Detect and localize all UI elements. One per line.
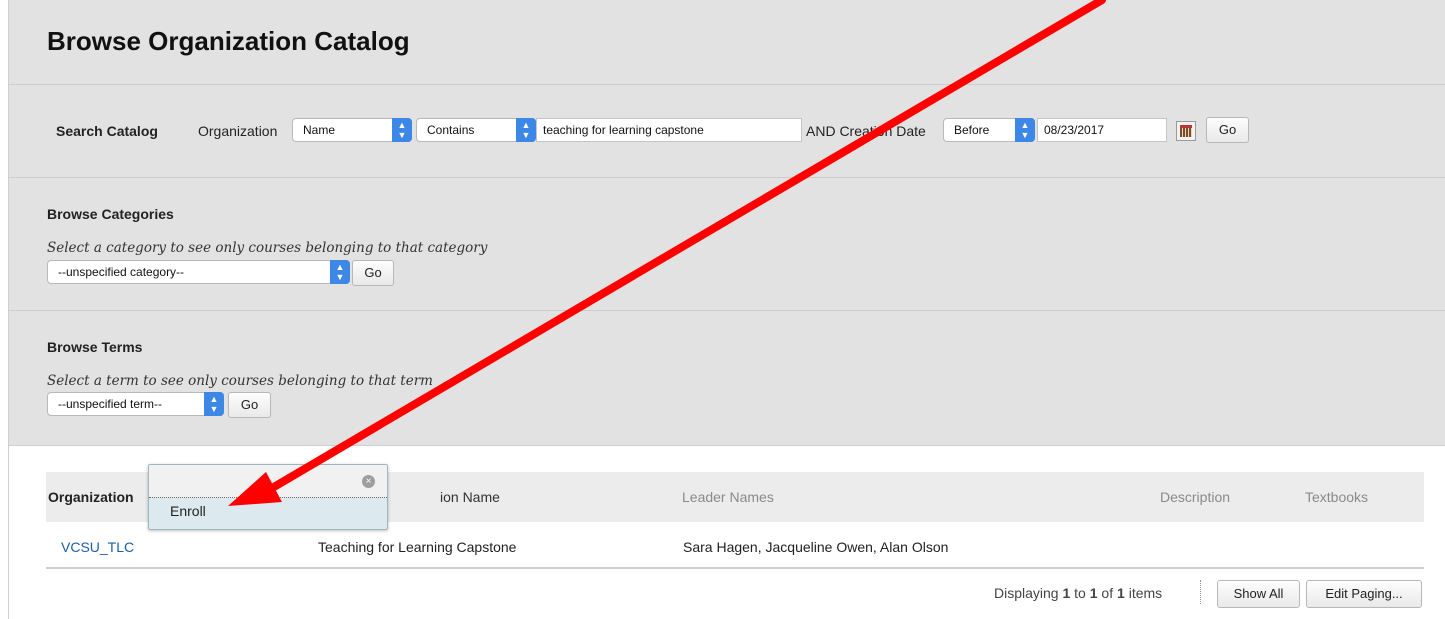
annotation-arrow-shaft	[258, 0, 1106, 498]
annotation-arrow-head	[228, 472, 282, 506]
annotation-arrow	[228, 0, 1106, 506]
